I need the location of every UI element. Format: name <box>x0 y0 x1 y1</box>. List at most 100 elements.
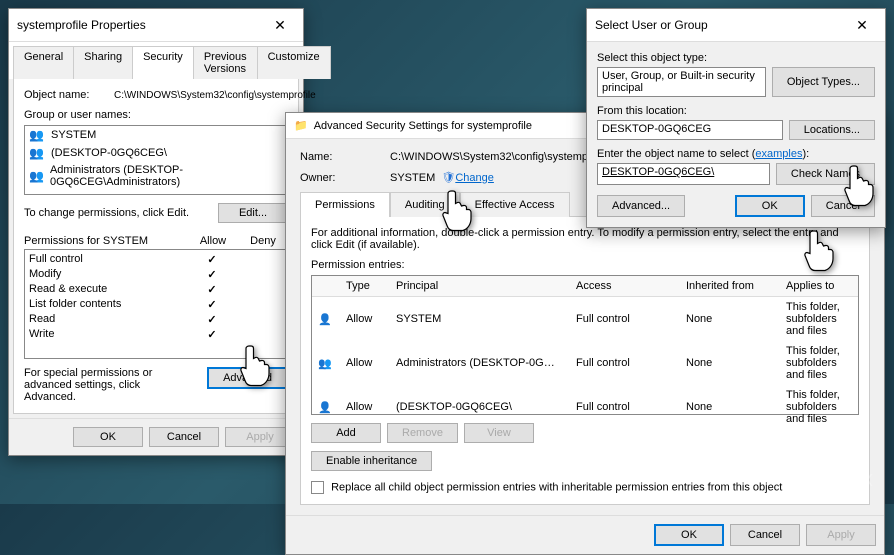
permission-name: Read & execute <box>25 283 187 296</box>
info-text: For additional information, double-click… <box>311 227 859 251</box>
select-user-titlebar: Select User or Group ✕ <box>587 9 885 42</box>
name-value: C:\WINDOWS\System32\config\systemprofile <box>390 151 612 163</box>
properties-titlebar: systemprofile Properties ✕ <box>9 9 303 42</box>
advanced-button[interactable]: Advanced <box>207 367 288 389</box>
view-button[interactable]: View <box>464 423 534 443</box>
list-item-label: (DESKTOP-0GQ6CEG\ <box>51 147 167 159</box>
grid-row[interactable]: 👥 Allow Administrators (DESKTOP-0G… Full… <box>312 341 858 385</box>
permission-name: List folder contents <box>25 298 187 311</box>
col-type: Type <box>342 280 392 292</box>
examples-link[interactable]: examples <box>755 148 802 160</box>
cell-access: Full control <box>572 401 682 413</box>
special-permissions-hint: For special permissions or advanced sett… <box>24 367 194 403</box>
advanced-button[interactable]: Advanced... <box>597 195 685 217</box>
permission-entries-label: Permission entries: <box>311 259 859 271</box>
add-button[interactable]: Add <box>311 423 381 443</box>
cell-applies: This folder, subfolders and files <box>782 345 856 381</box>
locations-button[interactable]: Locations... <box>789 120 875 140</box>
change-owner-link[interactable]: Change <box>455 172 494 184</box>
deny-column-header: Deny <box>238 235 288 247</box>
replace-checkbox[interactable] <box>311 481 324 494</box>
check-icon <box>207 329 216 341</box>
permissions-tab-content: For additional information, double-click… <box>300 216 870 505</box>
enter-name-label-part1: Enter the object name to select ( <box>597 148 755 160</box>
permission-name: Full control <box>25 253 187 266</box>
properties-dialog: systemprofile Properties ✕ General Shari… <box>8 8 304 456</box>
cell-principal: SYSTEM <box>392 313 572 325</box>
permission-row: Read <box>25 312 287 327</box>
folder-icon <box>294 119 308 132</box>
replace-checkbox-label: Replace all child object permission entr… <box>331 481 782 493</box>
properties-title: systemprofile Properties <box>17 18 146 32</box>
check-icon <box>207 269 216 281</box>
remove-button[interactable]: Remove <box>387 423 458 443</box>
group-icon <box>29 169 44 183</box>
advanced-title-text: Advanced Security Settings for systempro… <box>314 120 532 132</box>
check-icon <box>207 314 216 326</box>
cell-type: Allow <box>342 401 392 413</box>
col-inherited: Inherited from <box>682 280 782 292</box>
cancel-button[interactable]: Cancel <box>811 195 875 217</box>
group-icon <box>29 128 45 142</box>
tab-auditing[interactable]: Auditing <box>390 192 460 217</box>
cell-applies: This folder, subfolders and files <box>782 389 856 425</box>
permission-row: List folder contents <box>25 297 287 312</box>
list-item-label: Administrators (DESKTOP-0GQ6CEG\Administ… <box>50 164 283 188</box>
object-types-button[interactable]: Object Types... <box>772 67 875 97</box>
group-users-label: Group or user names: <box>24 109 288 121</box>
list-item-label: SYSTEM <box>51 129 96 141</box>
tab-security[interactable]: Security <box>132 46 194 79</box>
select-user-dialog: Select User or Group ✕ Select this objec… <box>586 8 886 228</box>
col-applies: Applies to <box>782 280 856 292</box>
permission-entries-grid[interactable]: Type Principal Access Inherited from App… <box>311 275 859 415</box>
tab-general[interactable]: General <box>13 46 74 79</box>
location-field: DESKTOP-0GQ6CEG <box>597 120 783 140</box>
cell-inherited: None <box>682 401 782 413</box>
enter-name-label-part2: ): <box>802 148 809 160</box>
watermark: ugetfix <box>802 466 874 492</box>
edit-button[interactable]: Edit... <box>218 203 288 223</box>
advanced-title: Advanced Security Settings for systempro… <box>294 119 532 132</box>
ok-button[interactable]: OK <box>73 427 143 447</box>
location-label: From this location: <box>597 105 875 117</box>
list-item[interactable]: Administrators (DESKTOP-0GQ6CEG\Administ… <box>25 162 287 190</box>
permission-name: Write <box>25 328 187 341</box>
entered-object-name: DESKTOP-0GQ6CEG\ <box>602 166 714 178</box>
apply-button[interactable]: Apply <box>806 524 876 546</box>
group-users-list[interactable]: SYSTEM (DESKTOP-0GQ6CEG\ Administrators … <box>24 125 288 195</box>
ok-button[interactable]: OK <box>654 524 724 546</box>
object-name-label: Object name: <box>24 89 114 101</box>
cell-access: Full control <box>572 357 682 369</box>
col-principal: Principal <box>392 280 572 292</box>
tab-effective-access[interactable]: Effective Access <box>460 192 570 217</box>
list-item[interactable]: (DESKTOP-0GQ6CEG\ <box>25 144 287 162</box>
cell-type: Allow <box>342 313 392 325</box>
shield-icon: 🛡 <box>441 171 455 184</box>
close-icon[interactable]: ✕ <box>265 15 295 35</box>
security-tab-content: Object name: C:\WINDOWS\System32\config\… <box>13 78 299 414</box>
cell-applies: This folder, subfolders and files <box>782 301 856 337</box>
properties-tabs: General Sharing Security Previous Versio… <box>9 42 303 79</box>
list-item[interactable]: SYSTEM <box>25 126 287 144</box>
object-type-label: Select this object type: <box>597 52 875 64</box>
close-icon[interactable]: ✕ <box>847 15 877 35</box>
cell-principal: Administrators (DESKTOP-0G… <box>392 357 572 369</box>
tab-previous-versions[interactable]: Previous Versions <box>193 46 258 79</box>
enable-inheritance-button[interactable]: Enable inheritance <box>311 451 432 471</box>
object-name-value: C:\WINDOWS\System32\config\systemprofile <box>114 90 316 101</box>
check-names-button[interactable]: Check Names <box>776 163 875 185</box>
person-icon: 👤 <box>318 314 332 326</box>
permissions-table: Permissions for SYSTEM Allow Deny Full c… <box>24 233 288 359</box>
cancel-button[interactable]: Cancel <box>149 427 219 447</box>
tab-permissions[interactable]: Permissions <box>300 192 390 217</box>
cancel-button[interactable]: Cancel <box>730 524 800 546</box>
check-icon <box>207 299 216 311</box>
permissions-header: Permissions for SYSTEM <box>24 235 188 247</box>
grid-row[interactable]: 👤 Allow SYSTEM Full control None This fo… <box>312 297 858 341</box>
tab-customize[interactable]: Customize <box>257 46 331 79</box>
ok-button[interactable]: OK <box>735 195 805 217</box>
tab-sharing[interactable]: Sharing <box>73 46 133 79</box>
object-name-input[interactable]: DESKTOP-0GQ6CEG\ <box>597 163 770 185</box>
object-type-field: User, Group, or Built-in security princi… <box>597 67 766 97</box>
owner-label: Owner: <box>300 172 390 184</box>
